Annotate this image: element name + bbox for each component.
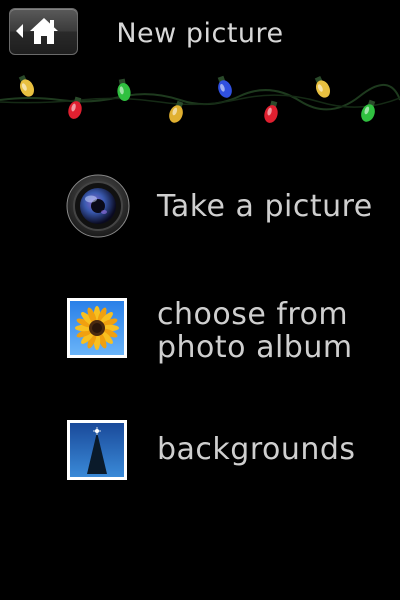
home-icon xyxy=(16,18,58,44)
take-picture-button[interactable]: Take a picture xyxy=(0,170,400,245)
page-title: New picture xyxy=(116,18,284,49)
home-back-button[interactable] xyxy=(9,8,78,55)
light-bulb-icon xyxy=(18,74,35,97)
take-picture-label: Take a picture xyxy=(157,189,373,224)
light-bulb-icon xyxy=(314,75,331,98)
sunflower-photo-icon xyxy=(67,298,127,358)
light-bulb-icon xyxy=(217,75,232,98)
light-bulb-icon xyxy=(264,100,278,123)
choose-photo-album-label: choose from photo album xyxy=(157,297,353,365)
camera-lens-icon xyxy=(66,174,130,238)
choose-photo-album-button[interactable]: choose from photo album xyxy=(0,292,400,367)
backgrounds-button[interactable]: backgrounds xyxy=(0,418,400,488)
light-bulb-icon xyxy=(361,99,376,122)
new-picture-screen: New picture Take a picture choose from p… xyxy=(0,0,400,600)
backgrounds-label: backgrounds xyxy=(157,432,356,467)
christmas-lights-icon xyxy=(0,74,400,123)
christmas-tree-icon xyxy=(67,420,127,480)
